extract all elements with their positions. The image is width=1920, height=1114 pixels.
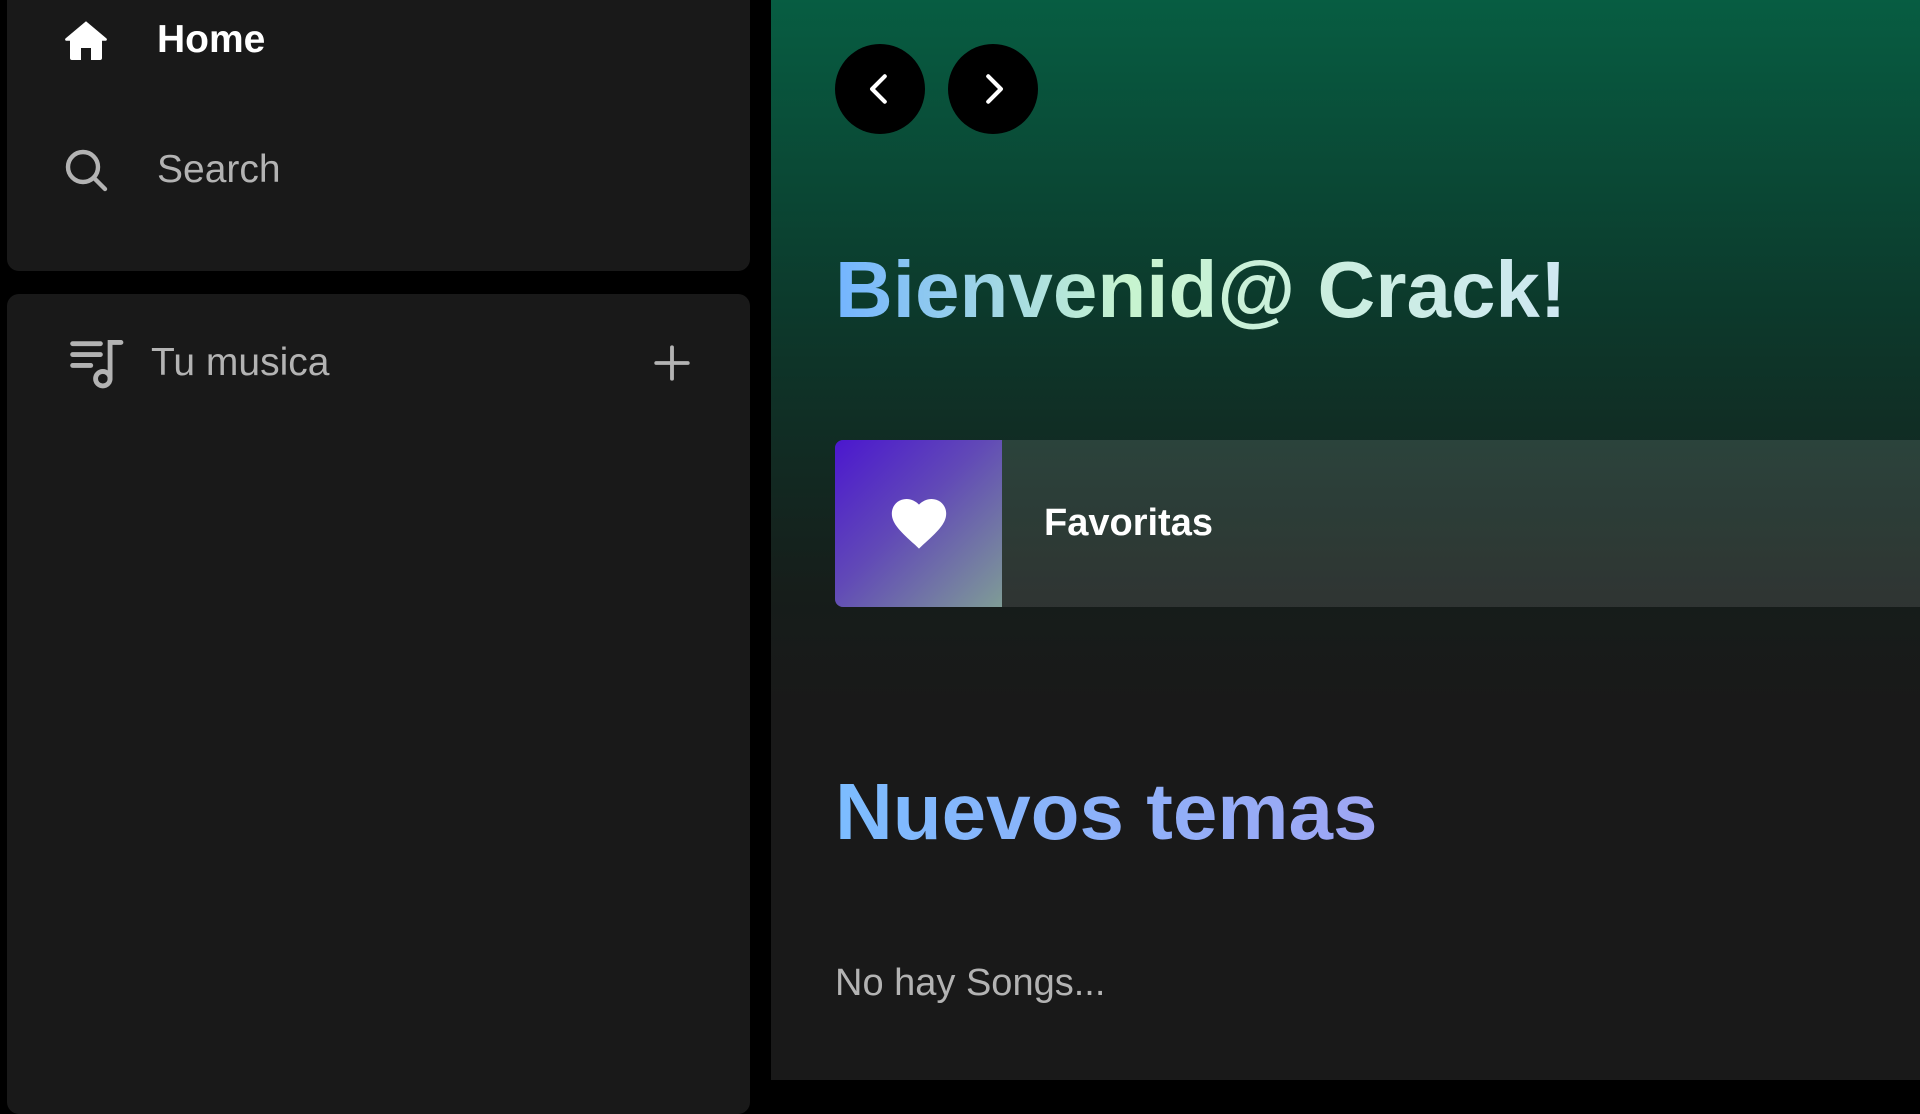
library-title[interactable]: Tu musica — [151, 341, 329, 385]
welcome-title: Bienvenid@ Crack! — [835, 245, 1567, 334]
sidebar-item-search[interactable]: Search — [59, 143, 281, 197]
playlist-music-icon[interactable] — [69, 334, 127, 392]
main-content: Bienvenid@ Crack! Favoritas Nuevos temas… — [771, 0, 1920, 1080]
sidebar-item-label: Search — [157, 148, 281, 191]
favorites-cover — [835, 440, 1002, 607]
favorites-card[interactable]: Favoritas — [835, 440, 1920, 607]
sidebar-item-label: Home — [157, 18, 266, 61]
back-button[interactable] — [835, 44, 925, 134]
library-panel: Tu musica — [7, 294, 750, 1114]
section-title-new-songs: Nuevos temas — [835, 767, 1378, 856]
sidebar-item-home[interactable]: Home — [59, 13, 265, 67]
heart-icon — [891, 498, 946, 549]
library-header: Tu musica — [69, 334, 695, 392]
add-playlist-button[interactable] — [649, 340, 695, 386]
sidebar-nav-panel: Home Search — [7, 0, 750, 271]
empty-songs-message: No hay Songs... — [835, 962, 1106, 1004]
chevron-left-icon — [870, 74, 887, 104]
plus-icon — [654, 345, 690, 381]
search-icon — [59, 143, 113, 197]
home-icon — [59, 13, 113, 67]
favorites-label: Favoritas — [1044, 502, 1213, 544]
chevron-right-icon — [986, 74, 1003, 104]
forward-button[interactable] — [948, 44, 1038, 134]
